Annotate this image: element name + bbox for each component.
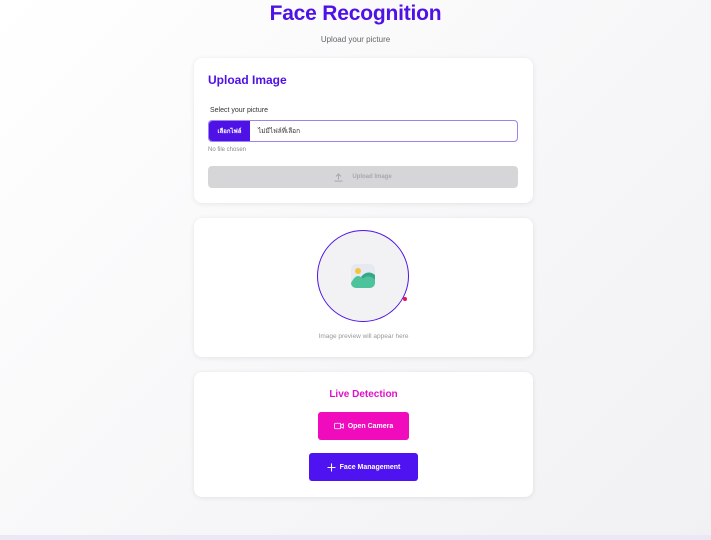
video-camera-icon (333, 422, 344, 430)
status-dot (403, 297, 407, 301)
page-header: Face Recognition Upload your picture (0, 0, 711, 44)
plus-icon (327, 462, 336, 472)
preview-card: Image preview will appear here (194, 218, 533, 357)
upload-image-label: Upload Image (352, 174, 392, 180)
upload-card: Upload Image Select your picture เลือกไฟ… (194, 58, 533, 203)
open-camera-label: Open Camera (347, 422, 394, 430)
file-status-text: ไม่มีไฟล์ที่เลือก (258, 128, 301, 135)
live-detection-title: Live Detection (329, 389, 398, 400)
face-management-label: Face Management (339, 463, 401, 471)
footer-strip (0, 535, 711, 540)
upload-image-button[interactable]: Upload Image (208, 166, 518, 188)
preview-caption: Image preview will appear here (318, 333, 409, 340)
image-placeholder-icon (351, 264, 375, 288)
upload-icon (334, 172, 343, 182)
live-detection-card: Live Detection Open Camera Face Manageme… (194, 372, 533, 497)
no-file-chosen-text: No file chosen (208, 147, 247, 153)
file-input[interactable]: เลือกไฟล์ ไม่มีไฟล์ที่เลือก (208, 120, 518, 142)
select-picture-label: Select your picture (210, 107, 268, 114)
upload-card-title: Upload Image (208, 73, 287, 87)
image-preview-circle[interactable] (317, 230, 409, 322)
page-title: Face Recognition (269, 2, 442, 25)
page-subtitle: Upload your picture (320, 35, 391, 44)
open-camera-button[interactable]: Open Camera (318, 412, 409, 440)
face-management-button[interactable]: Face Management (309, 453, 418, 481)
choose-file-button[interactable]: เลือกไฟล์ (209, 121, 250, 141)
